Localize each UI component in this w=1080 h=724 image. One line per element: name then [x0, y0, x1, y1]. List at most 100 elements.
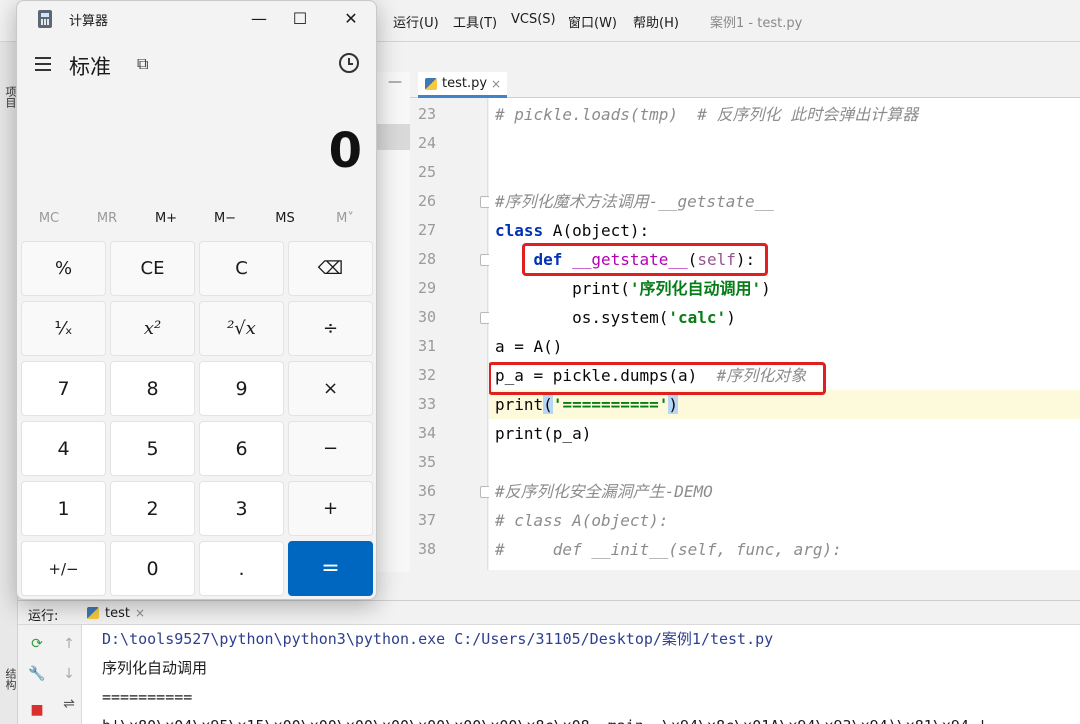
calculator-header: 标准 ⧉	[17, 45, 376, 85]
memory-add-button[interactable]: M+	[140, 211, 192, 226]
line-number: 36	[418, 482, 437, 500]
tab-close-icon[interactable]: ×	[491, 77, 501, 91]
menu-help[interactable]: 帮助(H)	[633, 12, 679, 31]
menu-vcs[interactable]: VCS(S)	[511, 12, 556, 27]
code-line-26: #序列化魔术方法调用-__getstate__	[489, 187, 1080, 216]
clear-entry-button[interactable]: CE	[110, 241, 195, 296]
stop-icon[interactable]: ■	[26, 699, 48, 721]
collapse-icon[interactable]: —	[388, 74, 402, 90]
menu-tools[interactable]: 工具(T)	[453, 12, 497, 31]
code-text: )	[726, 308, 736, 327]
percent-button[interactable]: %	[21, 241, 106, 296]
menu-window[interactable]: 窗口(W)	[568, 12, 617, 31]
code-text: )	[761, 279, 771, 298]
line-number: 30	[418, 308, 437, 326]
square-root-button[interactable]: ²√x	[199, 301, 284, 356]
maximize-button[interactable]: ☐	[280, 5, 320, 33]
calculator-title: 计算器	[69, 14, 109, 29]
memory-list-button[interactable]: M˅	[319, 211, 371, 226]
ide-window-title: 案例1 - test.py	[710, 16, 803, 31]
memory-subtract-button[interactable]: M−	[199, 211, 251, 226]
digit-2-button[interactable]: 2	[110, 481, 195, 536]
structure-tool-label[interactable]: 结构	[2, 668, 18, 690]
digit-8-button[interactable]: 8	[110, 361, 195, 416]
line-number: 37	[418, 511, 437, 529]
down-arrow-icon[interactable]: ↓	[58, 663, 80, 685]
digit-0-button[interactable]: 0	[110, 541, 195, 596]
line-number: 38	[418, 540, 437, 558]
python-file-icon	[86, 606, 100, 620]
digit-7-button[interactable]: 7	[21, 361, 106, 416]
line-number: 27	[418, 221, 437, 239]
menu-run[interactable]: 运行(U)	[393, 12, 439, 31]
console-line: 序列化自动调用	[102, 659, 208, 677]
run-toolbar: ⟳ 🔧 ■ ↑ ↓ ⇌	[18, 625, 82, 724]
clear-button[interactable]: C	[199, 241, 284, 296]
run-tab-test[interactable]: test ×	[80, 601, 151, 625]
soft-wrap-icon[interactable]: ⇌	[58, 693, 80, 715]
console-output[interactable]: D:\tools9527\python\python3\python.exe C…	[102, 625, 1080, 724]
line-number: 34	[418, 424, 437, 442]
code-line-27: class A(object):	[489, 216, 1080, 245]
mode-title: 标准	[69, 55, 111, 79]
code-line-36: #反序列化安全漏洞产生-DEMO	[489, 477, 1080, 506]
keep-on-top-icon[interactable]: ⧉	[137, 54, 148, 74]
add-button[interactable]: +	[288, 481, 373, 536]
line-number: 23	[418, 105, 437, 123]
calculator-titlebar[interactable]: 计算器 — ☐ ✕	[17, 1, 376, 37]
multiply-button[interactable]: ×	[288, 361, 373, 416]
tab-test-py[interactable]: test.py ×	[418, 72, 508, 98]
line-number: 25	[418, 163, 437, 181]
memory-store-button[interactable]: MS	[259, 211, 311, 226]
code-text: print(p_a)	[495, 424, 592, 443]
decimal-button[interactable]: .	[199, 541, 284, 596]
digit-9-button[interactable]: 9	[199, 361, 284, 416]
code-line-34: print(p_a)	[489, 419, 1080, 448]
digit-3-button[interactable]: 3	[199, 481, 284, 536]
line-number: 33	[418, 395, 437, 413]
calculator-app-icon	[38, 10, 52, 28]
subtract-button[interactable]: −	[288, 421, 373, 476]
square-button[interactable]: x²	[110, 301, 195, 356]
divide-button[interactable]: ÷	[288, 301, 373, 356]
run-header: 运行: test ×	[18, 601, 1080, 625]
minimize-button[interactable]: —	[239, 5, 279, 33]
negate-button[interactable]: +/−	[21, 541, 106, 596]
digit-6-button[interactable]: 6	[199, 421, 284, 476]
wrench-icon[interactable]: 🔧	[26, 663, 48, 685]
highlight-box-getstate	[522, 243, 768, 276]
reciprocal-button[interactable]: ¹⁄ₓ	[21, 301, 106, 356]
line-number: 31	[418, 337, 437, 355]
digit-5-button[interactable]: 5	[110, 421, 195, 476]
close-button[interactable]: ✕	[331, 5, 371, 33]
hamburger-menu-icon[interactable]	[35, 55, 53, 73]
rerun-icon[interactable]: ⟳	[26, 633, 48, 655]
code-text: print(	[572, 279, 630, 298]
up-arrow-icon[interactable]: ↑	[58, 633, 80, 655]
digit-1-button[interactable]: 1	[21, 481, 106, 536]
result-display: 0	[328, 123, 362, 179]
comment-text: #反序列化安全漏洞产生-DEMO	[495, 482, 713, 501]
memory-row: MC MR M+ M− MS M˅	[17, 207, 376, 233]
code-editor[interactable]: # pickle.loads(tmp) # 反序列化 此时会弹出计算器 #序列化…	[489, 98, 1080, 570]
run-tab-close-icon[interactable]: ×	[135, 606, 145, 620]
code-text: os.system(	[572, 308, 669, 327]
code-text: A(object):	[543, 221, 650, 240]
keyword: class	[495, 221, 544, 240]
comment-text: # class A(object):	[495, 511, 669, 530]
code-line-23: # pickle.loads(tmp) # 反序列化 此时会弹出计算器	[489, 100, 1080, 129]
line-number: 24	[418, 134, 437, 152]
history-icon[interactable]	[339, 53, 359, 73]
bracket-match: (	[543, 395, 553, 414]
equals-button[interactable]: =	[288, 541, 373, 596]
highlight-box-dumps	[489, 362, 826, 395]
calculator-window: 计算器 — ☐ ✕ 标准 ⧉ 0 MC MR M+ M− MS M˅ % CE …	[16, 0, 377, 600]
keypad: % CE C ⌫ ¹⁄ₓ x² ²√x ÷ 7 8 9 × 4 5 6 − 1 …	[21, 241, 374, 597]
line-number: 28	[418, 250, 437, 268]
line-number-gutter: 23 24 25 26 27 28 29 30 31 32 33 34 35 3…	[410, 98, 492, 570]
backspace-button[interactable]: ⌫	[288, 241, 373, 296]
memory-clear-button[interactable]: MC	[23, 211, 75, 226]
digit-4-button[interactable]: 4	[21, 421, 106, 476]
memory-recall-button[interactable]: MR	[81, 211, 133, 226]
comment-text: # pickle.loads(tmp) # 反序列化 此时会弹出计算器	[495, 105, 919, 124]
